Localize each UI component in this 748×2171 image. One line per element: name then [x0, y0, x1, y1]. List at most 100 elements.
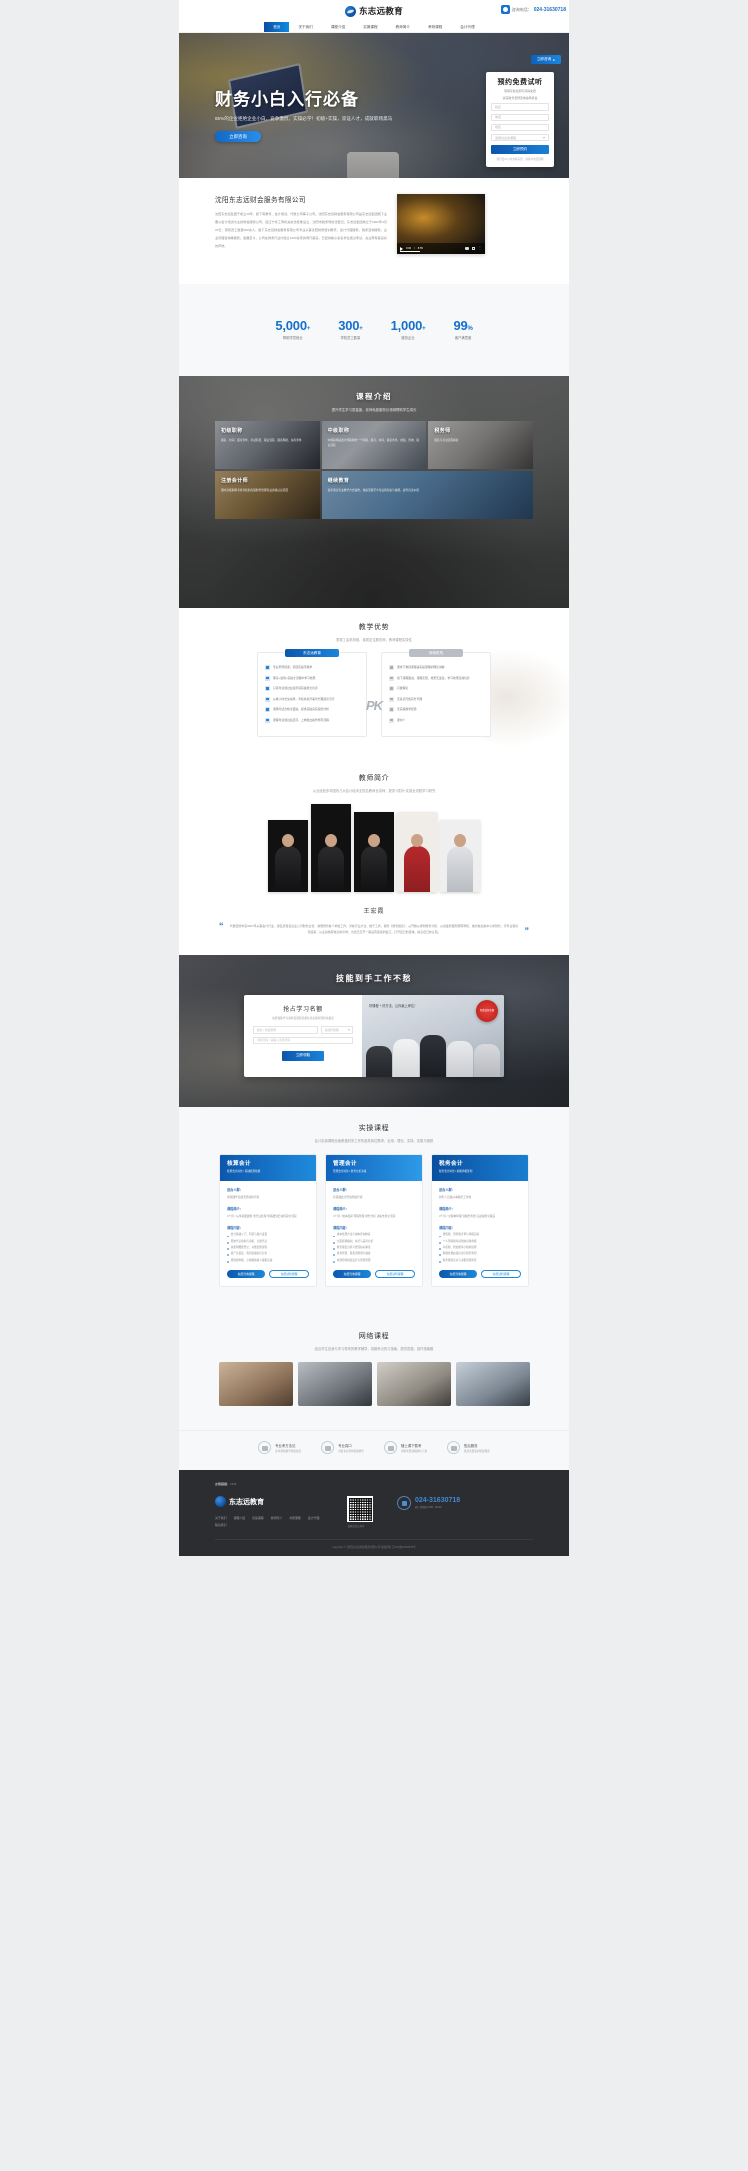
course-desc: 中级职称是会计师职称的一个等级，报考、时间、报名条件、成绩、查询、取证流程: [327, 438, 420, 447]
teacher-photo-5[interactable]: [440, 820, 480, 892]
cta-name-field[interactable]: 姓名 / 例如张明: [253, 1026, 318, 1034]
stat-item: 300+ 学校员工数量: [338, 318, 363, 340]
course-card[interactable]: 继续教育 每年通过专业教学方式进修，快速掌握至今专业新知识与技能，提升自身价值: [321, 471, 533, 519]
feature-title: 专业真口: [338, 1443, 352, 1448]
cta-phone-field[interactable]: 手机号码 / 请输入手机号码: [253, 1036, 353, 1045]
feature-sub: 全职专业老师授课教学: [338, 1450, 364, 1454]
nav-item-about[interactable]: 关于我们: [289, 22, 321, 32]
form-course-select[interactable]: 选择关注的课程: [491, 133, 549, 142]
stat-value: 5,000: [275, 318, 307, 333]
outline-item: 增值税申报、小规模纳税人报税实操: [227, 1259, 309, 1264]
teacher-photo-1[interactable]: [268, 820, 308, 892]
stat-suffix: +: [359, 326, 363, 332]
nav-item-courses[interactable]: 课程介绍: [322, 22, 354, 32]
footer-nav-item[interactable]: 教师简介: [271, 1516, 283, 1520]
advantage-list-item: 从教小时长免指导，考核并提升事务代理建议可行: [265, 696, 359, 702]
stat-label: 帮助学员就业: [282, 336, 303, 340]
outline-item: 资产负债表、利润表编制与分析: [227, 1252, 309, 1257]
form-desc-2: 资深财务老师咨询指导机会: [502, 95, 538, 100]
courses-grid: 初级职称 报名、时间、报考条件、考试科目、取证流程、报名网址、免考条件 中级职称…: [215, 421, 533, 519]
floating-consult-button[interactable]: 立即咨询 ▸: [530, 55, 561, 65]
content-text: 3个月 / 从零基础建账 到凭证处理 零基础到日常核算全流程: [227, 1215, 297, 1219]
footer-nav-item[interactable]: 课程介绍: [234, 1516, 246, 1520]
advantage-list-item: 理论+案例+实操全流程中学习效果: [265, 675, 359, 681]
course-desc: 每年通过专业教学方式进修，快速掌握至今专业新知识与技能，提升自身价值: [327, 488, 420, 492]
online-course-thumb-1[interactable]: [218, 1362, 293, 1407]
feature-title: 售后服务: [463, 1443, 478, 1448]
about-section: 沈阳东志远财会服务有限公司 沈阳东志远集团于成立10年，旗下有教育、会计培训、代…: [179, 178, 569, 284]
footer-logo-text: 东志远教育: [229, 1498, 264, 1506]
online-course-thumb-2[interactable]: [297, 1362, 372, 1407]
content-text: 4个月 / 成本核算 预算管理 财务分析 决策支持全流程: [333, 1215, 396, 1219]
form-phone-field[interactable]: 电话: [491, 113, 549, 122]
course-card[interactable]: 注册会计师 国内高级职称考察考核的高级财务管理专业资格认证项目: [215, 471, 320, 519]
chevron-right-icon: ▸: [553, 57, 555, 62]
consult-course-button[interactable]: 免费咨询课程: [439, 1270, 477, 1279]
nav-item-home[interactable]: 首页: [264, 22, 290, 32]
footer-nav-item[interactable]: 实操课程: [252, 1516, 264, 1520]
cta-line: 免费领取学习资料及课程优惠信息名额有限抢先报名: [272, 1017, 334, 1021]
quote-close-icon: ”: [524, 926, 530, 936]
about-video-col: 0:00 / 8:55 ⋮: [397, 194, 493, 264]
free-trial-seal: 免费试听名额: [476, 1000, 498, 1023]
nav-item-practice[interactable]: 实操课程: [354, 22, 386, 32]
course-card[interactable]: 中级职称 中级职称是会计师职称的一个等级，报考、时间、报名条件、成绩、查询、取证…: [321, 421, 427, 469]
chevron-down-icon: [347, 1028, 350, 1031]
footer-nav-item[interactable]: 会计代理: [308, 1516, 320, 1520]
feature-item: 随上课下载考 资料免费领取随时下载: [384, 1441, 427, 1455]
about-video-player[interactable]: 0:00 / 8:55 ⋮: [397, 194, 485, 254]
thumbs-up-icon: [265, 707, 270, 712]
teacher-photo-3[interactable]: [354, 812, 394, 892]
quote-open-icon: “: [219, 921, 224, 931]
consult-course-button[interactable]: 免费咨询课程: [227, 1270, 265, 1279]
outline-item: 全面预算编制、执行与差异分析: [333, 1240, 415, 1245]
hero-consult-button[interactable]: 立即咨询: [215, 131, 261, 143]
footer-nav-item[interactable]: 关于我们: [215, 1516, 227, 1520]
about-paragraph: 沈阳东志远集团于成立10年，旗下有教育、会计培训、代账公司等子公司。沈阳东志远财…: [215, 212, 387, 248]
content-label: 课程简介：: [333, 1207, 349, 1212]
teacher-photo-4[interactable]: [397, 812, 437, 892]
online-course-thumb-4[interactable]: [455, 1362, 530, 1407]
hero-banner: 立即咨询 ▸ 财务小白入行必备 85%的企业拒绝企业小白，竞争激烈，实操必学！初…: [179, 33, 569, 178]
trial-course-button[interactable]: 免费试听课程: [375, 1270, 415, 1279]
course-card[interactable]: 初级职称 报名、时间、报考条件、考试科目、取证流程、报名网址、免考条件: [215, 421, 320, 469]
trial-course-button[interactable]: 免费试听课程: [269, 1270, 309, 1279]
nav-item-teachers[interactable]: 教师简介: [387, 22, 419, 32]
friend-link-text[interactable]: LINK: [230, 1482, 237, 1486]
site-header: 东志远教育 咨询电话： 024-31630718: [179, 0, 569, 22]
video-progress-bar[interactable]: [400, 251, 420, 252]
phone-number: 024-31630718: [533, 6, 566, 13]
content-label: 课程简介：: [439, 1207, 455, 1212]
feature-title: 专业考方法论: [275, 1443, 296, 1448]
form-area-field[interactable]: 地区: [491, 123, 549, 132]
online-thumb-grid: [179, 1362, 569, 1407]
main-nav: 首页 关于我们 课程介绍 实操课程 教师简介 考研课程 会计代理: [179, 22, 569, 33]
cta-course-select[interactable]: 请选择课程: [321, 1026, 353, 1034]
play-icon[interactable]: [400, 246, 403, 251]
nav-item-postgrad[interactable]: 考研课程: [419, 22, 451, 32]
thumbs-up-icon: [265, 696, 270, 702]
cta-submit-button[interactable]: 立即领取: [282, 1051, 324, 1061]
trial-course-button[interactable]: 免费试听课程: [481, 1270, 521, 1279]
course-name: 中级职称: [327, 428, 350, 434]
teacher-photo-2[interactable]: [311, 804, 351, 892]
page-root: 东志远教育 咨询电话： 024-31630718 首页 关于我们 课程介绍 实操…: [0, 0, 748, 1556]
practice-card: 核算会计 核算会计岗位 / 基础核算技能 适合人群： 零基础学员或无经验转行者 …: [219, 1154, 317, 1288]
online-title: 网络课程: [358, 1333, 390, 1341]
online-course-thumb-3[interactable]: [376, 1362, 451, 1407]
more-options-icon[interactable]: ⋮: [478, 247, 482, 250]
teacher-photo-row: [179, 804, 569, 892]
fullscreen-icon[interactable]: [471, 246, 476, 251]
footer-logo[interactable]: 东志远教育: [215, 1496, 325, 1508]
course-card[interactable]: 税务师 报名与考试流程解析: [428, 421, 533, 469]
footer-nav-item[interactable]: 考研课程: [289, 1516, 301, 1520]
footer-nav-item[interactable]: 联系我们: [215, 1523, 227, 1527]
consult-course-button[interactable]: 免费咨询课程: [333, 1270, 371, 1279]
speaker-icon[interactable]: [465, 246, 469, 251]
logo[interactable]: 东志远教育: [344, 5, 403, 17]
footer-phone: 024-31630718 周一至周日 8:00 - 20:00: [397, 1496, 460, 1511]
form-name-field[interactable]: 姓名: [491, 103, 549, 111]
form-submit-button[interactable]: 立即预约: [491, 145, 549, 154]
outline-item: 增值税、所得税计算与申报实操: [439, 1233, 521, 1238]
nav-item-agency[interactable]: 会计代理: [451, 22, 483, 32]
